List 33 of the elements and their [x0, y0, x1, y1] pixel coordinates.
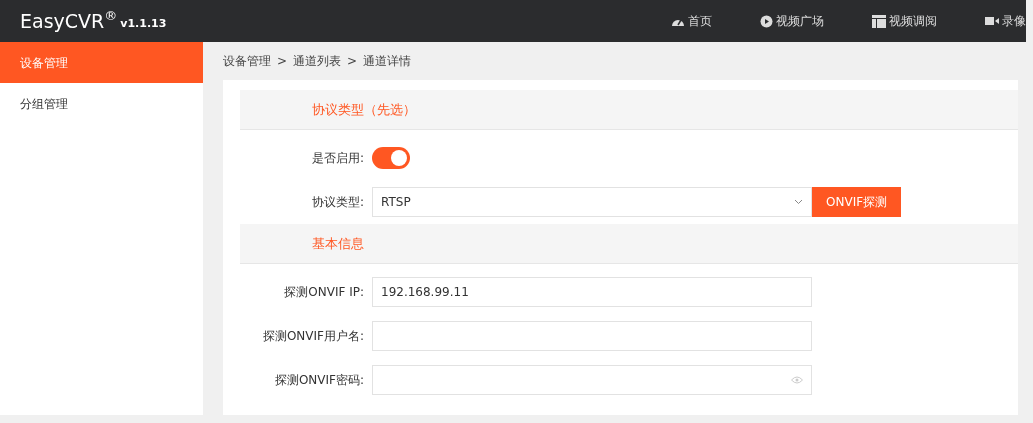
section-title: 基本信息 — [312, 234, 364, 253]
nav-label: 录像 — [1002, 13, 1026, 30]
section-title: 协议类型（先选） — [312, 100, 416, 119]
chevron-down-icon — [794, 199, 803, 205]
nav-label: 视频广场 — [776, 13, 824, 30]
version-label: v1.1.13 — [120, 15, 167, 32]
video-camera-icon — [985, 16, 999, 26]
nav-link[interactable]: 首页 — [671, 12, 712, 30]
breadcrumb-separator: > — [347, 53, 358, 70]
eye-icon — [791, 376, 803, 384]
input-field[interactable] — [372, 321, 812, 351]
table-icon — [872, 14, 886, 28]
field-label: 探测ONVIF密码: — [273, 372, 365, 389]
nav-link[interactable]: 视频广场 — [760, 12, 824, 30]
nav-link[interactable]: 视频调阅 — [872, 12, 937, 30]
breadcrumb-item[interactable]: 设备管理 — [223, 52, 271, 70]
nav-label: 首页 — [688, 13, 712, 30]
play-icon — [760, 14, 773, 28]
field-label: 是否启用: — [310, 150, 365, 167]
nav-label: 视频调阅 — [889, 13, 937, 30]
field-label: 协议类型: — [310, 194, 365, 211]
nav-link[interactable]: 录像 — [985, 12, 1026, 30]
field-label: 探测ONVIF IP: — [283, 284, 365, 301]
breadcrumb-item[interactable]: 通道详情 — [363, 52, 412, 70]
password-field[interactable] — [372, 365, 812, 395]
select-field[interactable]: RTSP — [372, 187, 812, 217]
app-logo: EasyCVR$^{®}$ — [20, 6, 118, 34]
toggle-switch[interactable] — [372, 147, 410, 169]
breadcrumb-separator: > — [277, 53, 288, 70]
input-field[interactable]: 192.168.99.11 — [372, 277, 812, 307]
field-label: 探测ONVIF用户名: — [261, 328, 365, 345]
breadcrumb-item[interactable]: 通道列表 — [293, 52, 342, 70]
sidebar-item[interactable]: 分组管理 — [0, 83, 203, 124]
